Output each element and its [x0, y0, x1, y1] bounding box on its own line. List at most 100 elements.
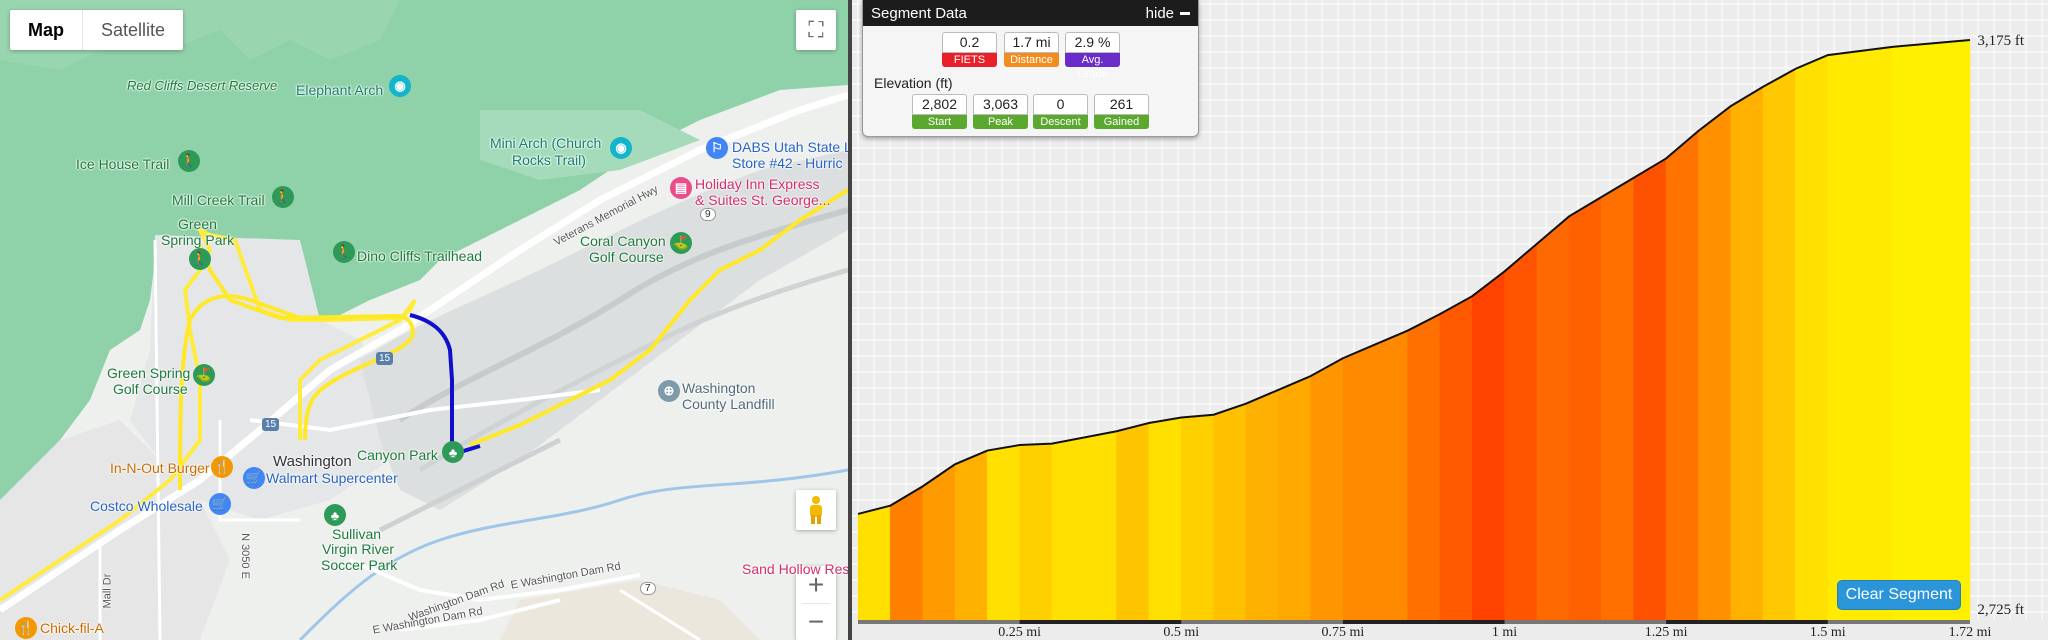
label-green-spring-1[interactable]: Green — [178, 216, 217, 232]
grade-segment[interactable] — [1213, 403, 1247, 621]
pegman-icon — [810, 496, 822, 524]
grade-segment[interactable] — [954, 450, 988, 621]
park-icon[interactable]: ♣ — [442, 441, 464, 463]
stat-fiets-value: 0.2 — [942, 32, 997, 53]
grade-segment[interactable] — [1374, 330, 1408, 621]
map-pane[interactable]: Map Satellite ⛶ + − Red Cliffs Desert Re… — [0, 0, 848, 640]
label-sullivan-2[interactable]: Virgin River — [322, 541, 394, 557]
elev-start: 2,802 Start — [912, 94, 967, 129]
grade-segment[interactable] — [1181, 414, 1214, 621]
park-icon-2[interactable]: ♣ — [324, 504, 346, 526]
stat-grade-value: 2.9 % — [1065, 32, 1120, 53]
stat-fiets: 0.2 FIETS — [942, 32, 997, 67]
label-dabs-1[interactable]: DABS Utah State Li — [732, 139, 848, 155]
clear-segment-button[interactable]: Clear Segment — [1837, 580, 1961, 610]
label-sand-hollow[interactable]: Sand Hollow Res — [742, 561, 848, 577]
label-coral-canyon-2[interactable]: Golf Course — [589, 249, 664, 265]
grade-segment[interactable] — [1892, 39, 1971, 621]
hotel-icon[interactable]: ▤ — [670, 177, 692, 199]
shopping-icon-2[interactable]: 🛒 — [209, 493, 231, 515]
fullscreen-button[interactable]: ⛶ — [796, 10, 836, 50]
label-mini-arch-2[interactable]: Rocks Trail) — [512, 152, 586, 168]
fullscreen-icon: ⛶ — [808, 17, 824, 42]
zoom-out-button[interactable]: − — [808, 604, 824, 640]
label-landfill-1[interactable]: Washington — [682, 380, 755, 396]
hiking-icon-4[interactable]: 🚶 — [333, 241, 355, 263]
grade-segment[interactable] — [1536, 215, 1570, 621]
hiking-icon-2[interactable]: 🚶 — [272, 186, 294, 208]
label-in-n-out[interactable]: In-N-Out Burger — [110, 460, 210, 476]
grade-segment[interactable] — [1439, 295, 1473, 621]
grade-segment[interactable] — [1148, 417, 1182, 621]
label-ice-house[interactable]: Ice House Trail — [76, 156, 169, 172]
map-type-map-button[interactable]: Map — [10, 10, 83, 50]
hiking-icon-3[interactable]: 🚶 — [189, 248, 211, 270]
label-mini-arch-1[interactable]: Mini Arch (Church — [490, 135, 601, 151]
label-chick-fil-a[interactable]: Chick-fil-A — [40, 620, 104, 636]
x-tick-label: 1.25 mi — [1644, 625, 1688, 640]
label-dabs-2[interactable]: Store #42 - Hurric — [732, 155, 842, 171]
label-mill-creek[interactable]: Mill Creek Trail — [172, 192, 265, 208]
restaurant-icon[interactable]: 🍴 — [211, 456, 233, 478]
grade-segment[interactable] — [1795, 54, 1829, 621]
grade-segment[interactable] — [1633, 158, 1667, 621]
grade-segment[interactable] — [890, 485, 923, 621]
map-canvas[interactable] — [0, 0, 848, 640]
grade-segment[interactable] — [1277, 375, 1311, 621]
store-icon[interactable]: ⚐ — [706, 137, 728, 159]
grade-segment[interactable] — [1245, 389, 1279, 621]
label-coral-canyon-1[interactable]: Coral Canyon — [580, 233, 666, 249]
grade-segment[interactable] — [1698, 105, 1732, 621]
grade-segment[interactable] — [1827, 46, 1893, 621]
x-tick-label: 1.72 mi — [1948, 625, 1992, 640]
street-view-pegman[interactable] — [796, 490, 836, 530]
grade-segment[interactable] — [1568, 196, 1602, 621]
label-holiday-1[interactable]: Holiday Inn Express — [695, 176, 820, 192]
stat-grade-label: Avg. Grade — [1065, 53, 1120, 80]
label-sullivan-1[interactable]: Sullivan — [332, 526, 381, 542]
label-costco[interactable]: Costco Wholesale — [90, 498, 203, 514]
landfill-icon[interactable]: ⊕ — [658, 380, 680, 402]
minus-icon: − — [807, 606, 825, 637]
elev-descent-label: Descent — [1033, 115, 1088, 129]
camera-icon-2[interactable]: ◉ — [610, 137, 632, 159]
grade-segment[interactable] — [1342, 344, 1376, 621]
label-canyon-park[interactable]: Canyon Park — [357, 447, 438, 463]
grade-segment[interactable] — [1116, 422, 1150, 621]
grade-segment[interactable] — [922, 463, 956, 621]
elev-peak: 3,063 Peak — [973, 94, 1028, 129]
grade-segment[interactable] — [1019, 443, 1053, 621]
golf-icon-2[interactable]: ⛳ — [193, 364, 215, 386]
shopping-icon[interactable]: 🛒 — [243, 467, 265, 489]
hide-button[interactable]: hide — [1146, 5, 1190, 22]
x-tick-label: 0.75 mi — [1321, 625, 1365, 640]
grade-segment[interactable] — [1471, 270, 1505, 621]
segment-panel-title: Segment Data — [871, 4, 967, 22]
grade-segment[interactable] — [1665, 130, 1699, 621]
golf-icon[interactable]: ⛳ — [670, 232, 692, 254]
grade-segment[interactable] — [1730, 86, 1764, 621]
grade-segment[interactable] — [1601, 177, 1635, 621]
label-dino-cliffs[interactable]: Dino Cliffs Trailhead — [357, 248, 482, 264]
grade-segment[interactable] — [1762, 68, 1796, 621]
label-holiday-2[interactable]: & Suites St. George... — [695, 192, 830, 208]
grade-segment[interactable] — [857, 505, 891, 621]
label-elephant-arch[interactable]: Elephant Arch — [296, 82, 383, 98]
grade-segment[interactable] — [1504, 243, 1538, 621]
label-landfill-2[interactable]: County Landfill — [682, 396, 775, 412]
grade-segment[interactable] — [1407, 313, 1441, 621]
grade-segment[interactable] — [987, 444, 1020, 621]
camera-icon[interactable]: ◉ — [389, 75, 411, 97]
grade-segment[interactable] — [1310, 357, 1344, 621]
label-walmart[interactable]: Walmart Supercenter — [266, 470, 398, 486]
map-type-satellite-button[interactable]: Satellite — [83, 10, 183, 50]
label-green-golf-2[interactable]: Golf Course — [113, 381, 188, 397]
label-green-spring-2[interactable]: Spring Park — [161, 232, 234, 248]
label-green-golf-1[interactable]: Green Spring — [107, 365, 190, 381]
x-tick-label: 1.5 mi — [1809, 625, 1846, 640]
hiking-icon[interactable]: 🚶 — [178, 150, 200, 172]
elevation-title: Elevation (ft) — [874, 75, 953, 91]
label-sullivan-3[interactable]: Soccer Park — [321, 557, 397, 573]
restaurant-icon-2[interactable]: 🍴 — [15, 617, 37, 639]
grade-segment[interactable] — [1051, 430, 1117, 621]
